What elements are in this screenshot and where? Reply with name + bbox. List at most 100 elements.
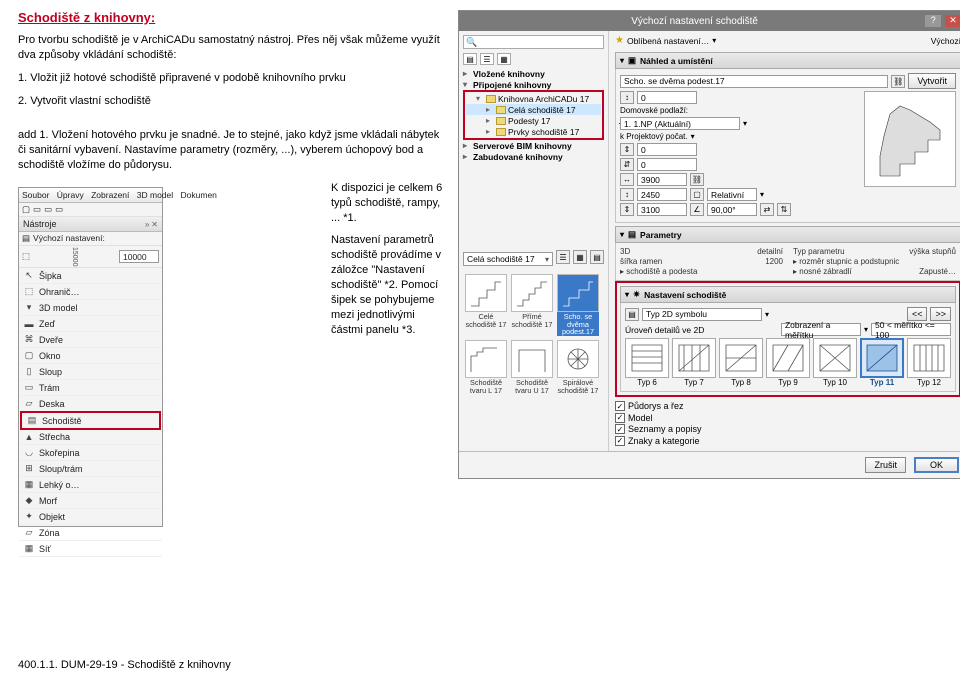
view-list-icon[interactable]: ☰ bbox=[556, 250, 570, 264]
stair-two-landing[interactable]: Scho. se dvěma podest.17 bbox=[557, 274, 599, 336]
tree-all-stairs[interactable]: ▸Celá schodiště 17 bbox=[466, 104, 601, 115]
y-input[interactable]: 0 bbox=[637, 158, 697, 171]
detail-mode-dropdown[interactable]: Zobrazení a měřítku bbox=[781, 323, 861, 336]
tool-marquee[interactable]: ⬚Ohranič… bbox=[19, 284, 162, 300]
cancel-button[interactable]: Zrušit bbox=[865, 457, 906, 473]
stair-u[interactable]: Schodiště tvaru U 17 bbox=[511, 340, 553, 394]
type-9[interactable]: Typ 9 bbox=[766, 338, 810, 387]
tool-column[interactable]: ▯Sloup bbox=[19, 364, 162, 380]
open-icon[interactable]: ▭ bbox=[33, 204, 41, 215]
tool-mesh[interactable]: ▦Síť bbox=[19, 541, 162, 557]
symbol-type-dropdown[interactable]: Typ 2D symbolu bbox=[642, 308, 762, 321]
view-detail-icon[interactable]: ▤ bbox=[590, 250, 604, 264]
tool-door[interactable]: ⌘Dveře bbox=[19, 332, 162, 348]
z-input[interactable]: 0 bbox=[637, 143, 697, 156]
link-icon[interactable]: ⬚ bbox=[22, 251, 30, 262]
type-6[interactable]: Typ 6 bbox=[625, 338, 669, 387]
tree-stair-parts[interactable]: ▸Prvky schodiště 17 bbox=[466, 126, 601, 137]
menu-edit[interactable]: Úpravy bbox=[57, 190, 84, 200]
rel-mode[interactable]: Relativní bbox=[707, 188, 757, 201]
type-10[interactable]: Typ 10 bbox=[813, 338, 857, 387]
tool-roof[interactable]: ▲Střecha bbox=[19, 429, 162, 445]
h-input[interactable]: 3100 bbox=[637, 203, 687, 216]
section-tags[interactable]: Znaky a kategorie bbox=[628, 436, 700, 446]
star-icon[interactable]: ★ bbox=[615, 35, 624, 46]
tool-beam[interactable]: ▭Trám bbox=[19, 380, 162, 396]
tool-pillar[interactable]: ⊞Sloup/trám bbox=[19, 461, 162, 477]
ok-button[interactable]: OK bbox=[914, 457, 959, 473]
chk-tags[interactable]: ✓ bbox=[615, 436, 625, 446]
search-input[interactable]: 🔍 bbox=[463, 35, 604, 49]
section-params[interactable]: ▾▤Parametry bbox=[615, 226, 960, 243]
save-icon[interactable]: ▭ bbox=[44, 204, 52, 215]
close-icon[interactable]: ✕ bbox=[151, 220, 158, 229]
tool-morph[interactable]: ◆Morf bbox=[19, 493, 162, 509]
stair-straight[interactable]: Přímé schodiště 17 bbox=[511, 274, 553, 336]
tree-landings[interactable]: ▸Podesty 17 bbox=[466, 115, 601, 126]
type-7[interactable]: Typ 7 bbox=[672, 338, 716, 387]
section-preview[interactable]: ▾▣Náhled a umístění bbox=[615, 52, 960, 69]
flip-icon[interactable]: ⇅ bbox=[777, 203, 791, 216]
home-story-dropdown[interactable]: 1. 1.NP (Aktuální) bbox=[620, 117, 740, 130]
section-plan[interactable]: Půdorys a řez bbox=[628, 401, 684, 411]
tool-object[interactable]: ✦Objekt bbox=[19, 509, 162, 525]
tool-wall[interactable]: ▬Zeď bbox=[19, 316, 162, 332]
stair-full[interactable]: Celé schodiště 17 bbox=[465, 274, 507, 336]
section-model[interactable]: Model bbox=[628, 413, 653, 423]
link2-icon[interactable]: ⛓ bbox=[690, 173, 704, 186]
tree-ac17[interactable]: ▾Knihovna ArchiCADu 17 bbox=[466, 93, 601, 104]
tool-curtain[interactable]: ▦Lehký o… bbox=[19, 477, 162, 493]
tool-3dmodel[interactable]: ▾3D model bbox=[19, 300, 162, 316]
chk-lists[interactable]: ✓ bbox=[615, 424, 625, 434]
view-thumb-icon[interactable]: ▦ bbox=[573, 250, 587, 264]
stair-spiral[interactable]: Spirálové schodiště 17 bbox=[557, 340, 599, 394]
menu-3d[interactable]: 3D model bbox=[137, 190, 173, 200]
menu-file[interactable]: Soubor bbox=[22, 190, 49, 200]
tree-linked-libs[interactable]: ▾Připojené knihovny bbox=[463, 79, 604, 90]
tool-list: ↖Šipka ⬚Ohranič… ▾3D model ▬Zeď ⌘Dveře ▢… bbox=[19, 268, 162, 557]
type-11[interactable]: Typ 11 bbox=[860, 338, 904, 387]
mirror-icon[interactable]: ⇄ bbox=[760, 203, 774, 216]
tree-builtin-libs[interactable]: ▸Zabudované knihovny bbox=[463, 151, 604, 162]
tree-inserted-libs[interactable]: ▸Vložené knihovny bbox=[463, 68, 604, 79]
angle-input[interactable]: 90,00° bbox=[707, 203, 757, 216]
chk-plan[interactable]: ✓ bbox=[615, 401, 625, 411]
type-12[interactable]: Typ 12 bbox=[907, 338, 951, 387]
create-button[interactable]: Vytvořit bbox=[908, 73, 956, 89]
section-lists[interactable]: Seznamy a popisy bbox=[628, 424, 702, 434]
view-tree-icon[interactable]: ☰ bbox=[480, 53, 494, 65]
morph-icon: ◆ bbox=[23, 495, 35, 507]
stair-l[interactable]: Schodiště tvaru L 17 bbox=[465, 340, 507, 394]
new-icon[interactable]: ▢ bbox=[22, 204, 30, 215]
type-8[interactable]: Typ 8 bbox=[719, 338, 763, 387]
w-icon: ↔ bbox=[620, 173, 634, 186]
tool-arrow[interactable]: ↖Šipka bbox=[19, 268, 162, 284]
d-input[interactable]: 2450 bbox=[637, 188, 687, 201]
link-icon[interactable]: ⛓ bbox=[891, 75, 905, 88]
chevron-icon[interactable]: » bbox=[145, 220, 149, 229]
print-icon[interactable]: ▭ bbox=[55, 204, 63, 215]
chk-model[interactable]: ✓ bbox=[615, 413, 625, 423]
dim-width[interactable]: 10000 bbox=[119, 250, 159, 263]
tool-stair[interactable]: ▤Schodiště bbox=[20, 411, 161, 430]
w-input[interactable]: 3900 bbox=[637, 173, 687, 186]
view-folder-icon[interactable]: ▤ bbox=[463, 53, 477, 65]
icon-toolbar[interactable]: ▢ ▭ ▭ ▭ bbox=[19, 203, 162, 217]
tree-bim-libs[interactable]: ▸Serverové BIM knihovny bbox=[463, 140, 604, 151]
menubar[interactable]: Soubor Úpravy Zobrazení 3D model Dokumen bbox=[19, 188, 162, 203]
elev-input[interactable]: 0 bbox=[637, 91, 697, 104]
menu-view[interactable]: Zobrazení bbox=[91, 190, 129, 200]
favorites-dropdown[interactable]: Oblíbená nastavení… bbox=[627, 36, 709, 46]
help-button[interactable]: ? bbox=[925, 15, 941, 27]
tool-zone[interactable]: ▱Zóna bbox=[19, 525, 162, 541]
section-stair-settings[interactable]: ▾✷Nastavení schodiště bbox=[620, 286, 956, 303]
tool-slab[interactable]: ▱Deska bbox=[19, 396, 162, 412]
close-button[interactable]: ✕ bbox=[945, 15, 960, 27]
view-grid-icon[interactable]: ▦ bbox=[497, 53, 511, 65]
menu-doc[interactable]: Dokumen bbox=[181, 190, 217, 200]
scale-range[interactable]: 50 < měřítko <= 100 bbox=[871, 323, 951, 336]
tool-window[interactable]: ▢Okno bbox=[19, 348, 162, 364]
stair-name-input[interactable]: Scho. se dvěma podest.17 bbox=[620, 75, 888, 88]
stair-folder-dropdown[interactable]: Celá schodiště 17▾ bbox=[463, 252, 553, 266]
tool-shell[interactable]: ◡Skořepina bbox=[19, 445, 162, 461]
